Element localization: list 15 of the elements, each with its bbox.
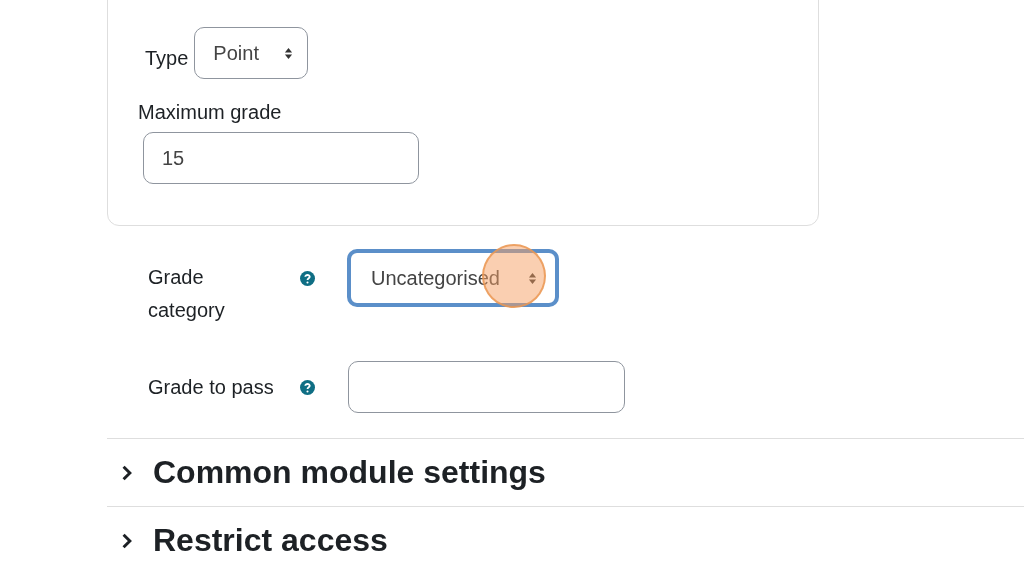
maximum-grade-label: Maximum grade: [138, 101, 283, 124]
help-icon[interactable]: [300, 271, 315, 286]
chevron-icon: [121, 532, 133, 549]
section-title: Restrict access: [153, 522, 388, 559]
chevron-icon: [121, 464, 133, 481]
type-label: Type: [145, 46, 189, 70]
maximum-grade-input[interactable]: 15: [143, 132, 419, 184]
field-label: Grade category: [148, 265, 226, 323]
sort-caret-icon: [528, 271, 537, 285]
section-toggle[interactable]: Restrict access: [107, 522, 388, 559]
type-select[interactable]: Point: [194, 27, 309, 79]
grade-to-pass-input[interactable]: [348, 361, 625, 413]
help-icon[interactable]: [300, 379, 315, 395]
sort-caret-icon: [284, 46, 294, 60]
field-label: Grade to pass: [148, 374, 275, 400]
